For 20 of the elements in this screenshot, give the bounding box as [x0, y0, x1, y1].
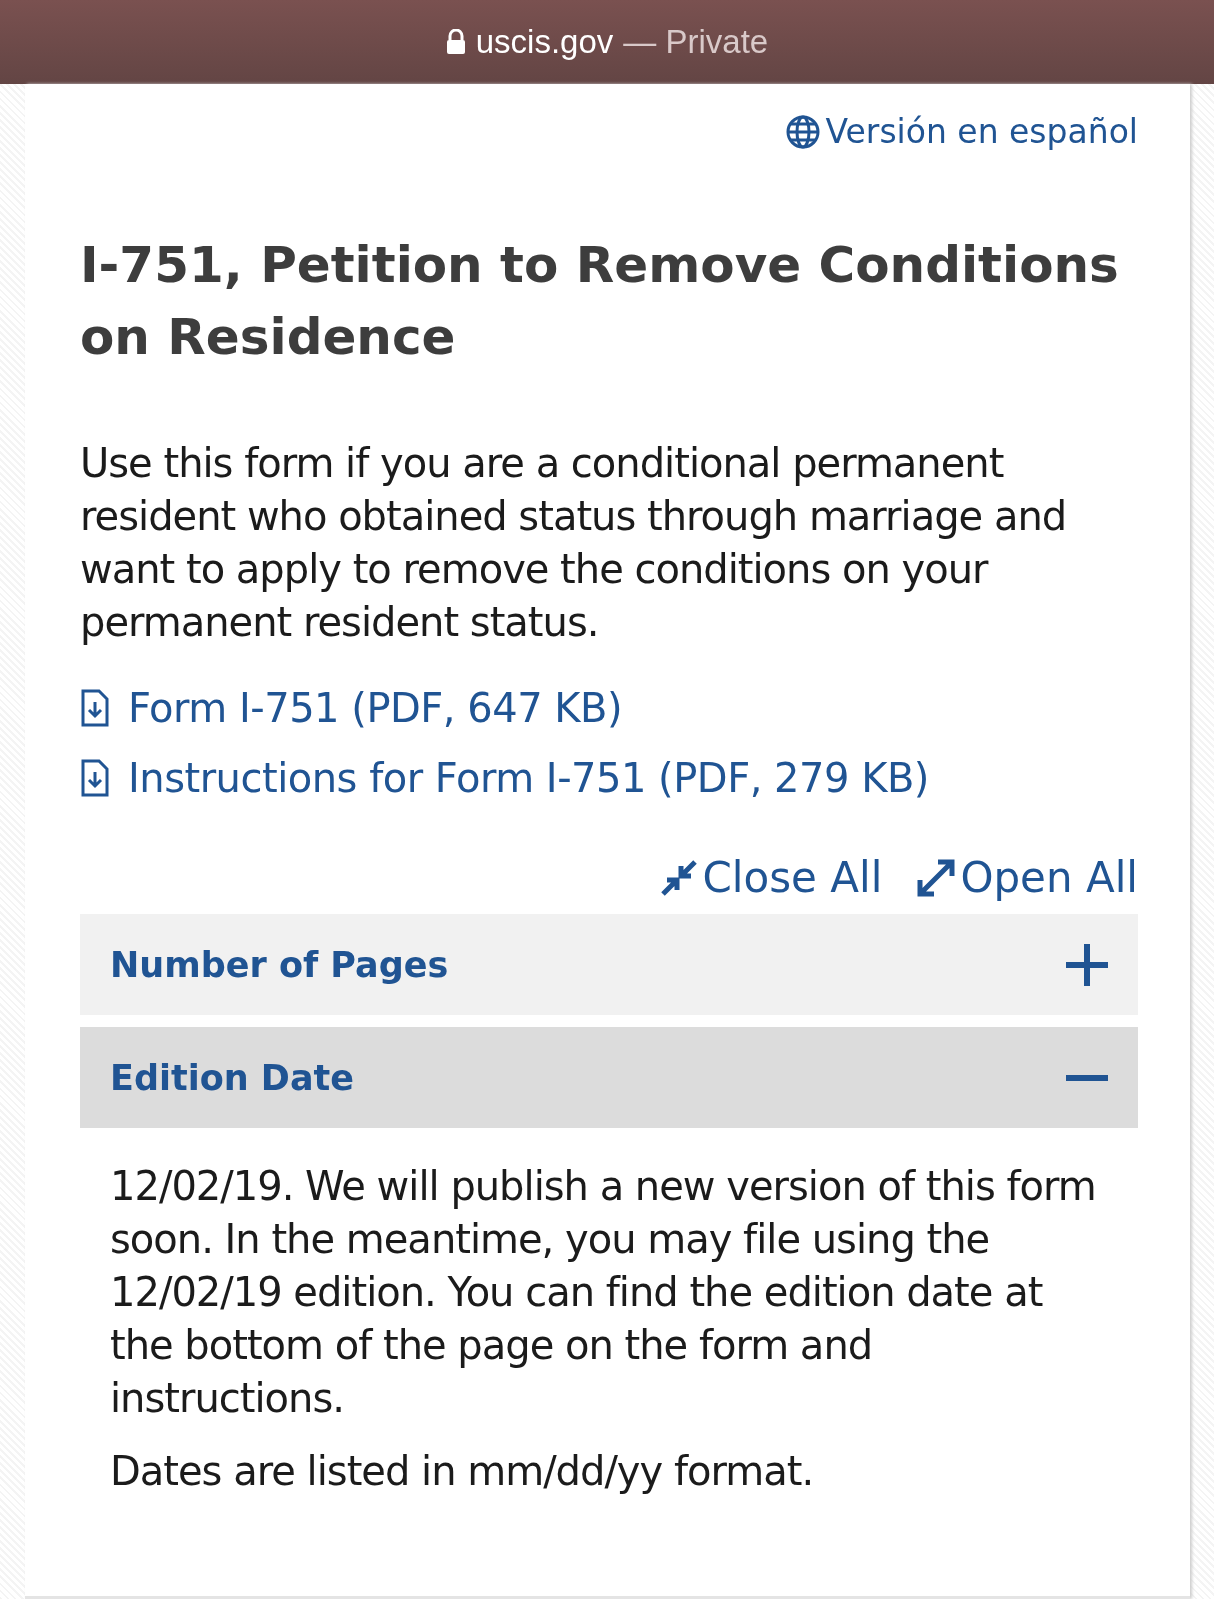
- plus-icon: [1066, 943, 1108, 986]
- accordion-text: Dates are listed in mm/dd/yy format.: [110, 1447, 815, 1496]
- close-all-link[interactable]: Close All: [658, 853, 883, 902]
- page-title: I-751, Petition to Remove Conditions on Residence: [80, 235, 1120, 368]
- minus-icon: [1066, 1074, 1108, 1081]
- download-link[interactable]: Form I-751 (PDF, 647 KB): [80, 685, 623, 731]
- globe-icon: [785, 114, 820, 149]
- download-file-icon: [80, 758, 110, 798]
- accordion-header[interactable]: Edition Date: [80, 1027, 1138, 1128]
- accordion-header[interactable]: Number of Pages: [80, 914, 1138, 1015]
- accordion-text: 12/02/19. We will publish a new version of this form soon. In the meantime, you may file using the 12/02/19 edition. You can find the edition date at the bottom of the page on the form and instructions.: [110, 1162, 1097, 1423]
- lock-icon: [445, 29, 466, 55]
- url-domain: uscis.gov: [475, 23, 614, 61]
- expand-arrows-icon: [916, 857, 957, 898]
- open-all-link[interactable]: Open All: [916, 853, 1138, 902]
- download-link[interactable]: Instructions for Form I-751 (PDF, 279 KB): [80, 755, 929, 801]
- private-mode-label: — Private: [623, 23, 769, 61]
- language-link[interactable]: Versión en español: [785, 112, 1138, 151]
- intro-text: Use this form if you are a conditional permanent resident who obtained status through marriage and want to apply to remove the conditions on your permanent resident status.: [80, 439, 1068, 647]
- download-file-icon: [80, 688, 110, 728]
